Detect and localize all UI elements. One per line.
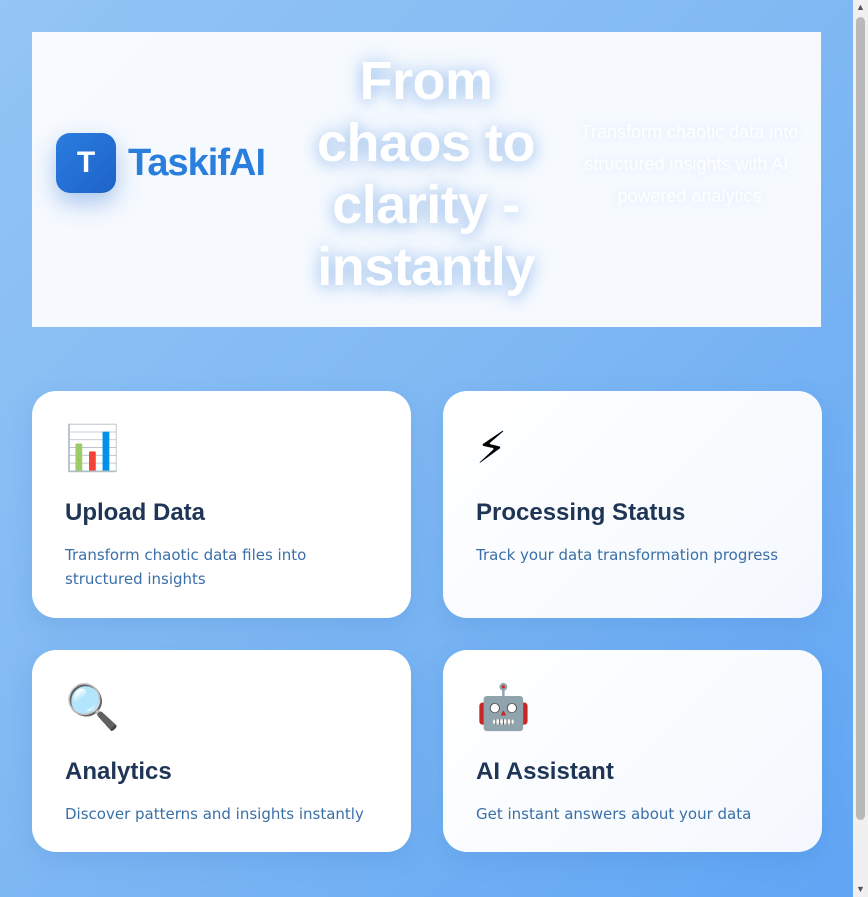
hero-title: From chaos to clarity - instantly [316,51,536,297]
card-title: Processing Status [476,499,686,526]
brand[interactable]: T TaskifAI [56,133,266,193]
card-title: Upload Data [65,499,206,526]
analytics-card[interactable]: 🔍 Analytics Discover patterns and insigh… [32,650,411,852]
brand-name: TaskifAI [128,141,266,184]
magnifier-icon: 🔍 [65,683,120,732]
card-description: Get instant answers about your data [476,805,752,823]
card-title: AI Assistant [476,758,614,785]
hero-subtitle: Transform chaotic data into structured i… [580,122,799,206]
scroll-down-icon[interactable]: ▼ [853,882,868,897]
ai-assistant-card[interactable]: 🤖 AI Assistant Get instant answers about… [443,650,822,852]
card-description: Transform chaotic data files into struct… [65,546,307,588]
vertical-scrollbar[interactable]: ▲ ▼ [853,0,868,897]
page: T TaskifAI From chaos to clarity - insta… [0,0,853,897]
card-description: Track your data transformation progress [476,546,779,564]
logo-icon: T [56,133,116,193]
lightning-icon: ⚡ [476,424,507,473]
robot-icon: 🤖 [476,683,531,732]
scrollbar-thumb[interactable] [856,17,865,820]
processing-status-card[interactable]: ⚡ Processing Status Track your data tran… [443,391,822,618]
card-title: Analytics [65,758,172,785]
card-description: Discover patterns and insights instantly [65,805,364,823]
upload-data-card[interactable]: 📊 Upload Data Transform chaotic data fil… [32,391,411,618]
bar-chart-icon: 📊 [65,424,120,473]
scroll-up-icon[interactable]: ▲ [853,0,868,15]
hero-header: T TaskifAI From chaos to clarity - insta… [32,32,821,327]
